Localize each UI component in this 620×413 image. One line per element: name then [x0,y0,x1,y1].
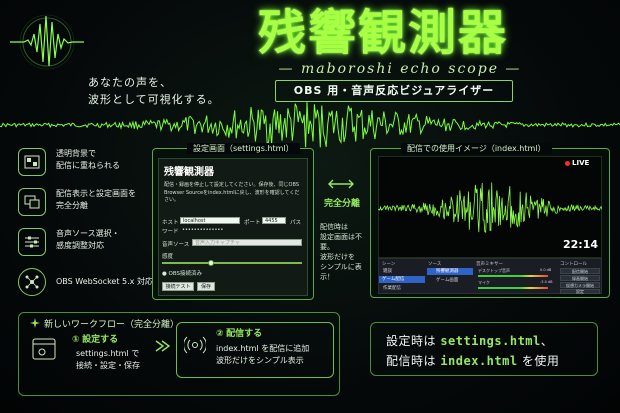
obs-mixer-track: マイク [478,280,490,285]
usage-text: 、 [540,334,554,348]
password-input[interactable]: •••••••••••••• [180,227,240,234]
feature-text: OBS WebSocket 5.x 対応 [56,277,153,286]
live-panel-title: 配信での使用イメージ（index.html） [401,143,552,154]
network-icon [18,268,46,296]
usage-text: を使用 [517,354,560,368]
obs-controls-header: コントロール [560,262,587,267]
workflow-step-2: ② 配信する [216,328,262,340]
obs-start-recording-button[interactable]: 録画開始 [560,275,600,281]
obs-mixer-meter [478,287,548,289]
obs-scene-item-selected[interactable]: ゲーム配信 [379,276,425,283]
live-indicator-dot [565,161,570,166]
step-title: 配信する [226,329,263,339]
audio-source-label: 音声ソース [162,242,190,248]
port-input[interactable]: 4455 [262,217,286,224]
usage-line-streaming: 配信時は index.html を使用 [386,351,559,371]
note-line: 波形だけを [320,253,355,261]
step-line: index.html を配信に追加 [216,344,310,353]
usage-text: 配信時は [386,354,441,368]
product-badge: OBS 用・音声反応ビジュアライザー [275,80,513,102]
port-label: ポート [244,220,261,226]
step-number: ① [72,335,80,345]
step-title: 設定する [82,335,119,345]
feature-text: 音声ソース選択・ 感度調整対応 [56,229,120,250]
host-label: ホスト [162,220,179,226]
sensitivity-slider-knob[interactable] [208,260,214,266]
broadcast-icon [184,336,206,354]
step-line: settings.html で [76,349,140,358]
feature-text: 配信表示と設定画面を 完全分離 [56,189,136,210]
step-number: ② [216,329,224,339]
separation-note: 配信時は 設定画面は不要。 波形だけを シンプルに表示！ [320,222,372,282]
obs-settings-button[interactable]: 設定 [560,289,600,294]
obs-scene-item[interactable]: 雑談 [381,268,425,274]
note-line: 配信時は [320,223,348,231]
usage-summary: 設定時は settings.html、 配信時は index.html を使用 [386,331,559,371]
workflow-step-1: ① 設定する [72,334,118,346]
index-file-name: index.html [440,354,518,368]
hero-waveform-icon [10,14,84,70]
step-line: 波形だけをシンプル表示 [216,356,304,365]
bidirectional-arrow-icon [328,179,354,189]
settings-panel-title: 設定画面（settings.html） [187,143,300,154]
tagline-line: あなたの声を、 [88,76,172,89]
usage-line-settings: 設定時は settings.html、 [386,331,559,351]
settings-note: 配信・録画を停止して設定してください。保存後、同じOBS Browser Sou… [164,182,300,203]
live-badge: LIVE [572,159,590,167]
sensitivity-label: 感度 [162,254,174,260]
obs-mixer-header: 音声ミキサー [476,262,503,267]
audio-source-select[interactable]: 音声入力キャプチャ [192,239,302,246]
sliders-icon [18,228,46,256]
settings-heading: 残響観測器 [164,167,214,178]
workflow-title: 新しいワークフロー（完全分離） [44,320,180,330]
connection-test-button[interactable]: 接続テスト [162,282,194,291]
transparent-window-icon [18,148,46,176]
obs-source-item-selected[interactable]: 残響観測器 [427,268,473,275]
app-title: 残響観測器 [258,5,509,61]
separation-label: 完全分離 [323,199,360,209]
feature-audio: 音声ソース選択・ 感度調整対応 [18,228,148,258]
obs-mixer-track: デスクトップ音声 [478,268,510,273]
sensitivity-slider[interactable] [162,262,302,264]
obs-virtual-camera-button[interactable]: 仮想カメラ開始 [560,282,600,288]
feature-websocket: OBS WebSocket 5.x 対応 [18,268,153,298]
obs-start-stream-button[interactable]: 配信開始 [560,268,600,274]
password-label-cont: ワード [162,229,179,235]
obs-sources-header: ソース [428,262,442,267]
feature-transparent: 透明背景で 配信に重ねられる [18,148,148,178]
obs-mixer-meter [478,275,548,277]
dual-screen-icon [18,188,46,216]
note-line: シンプルに表示！ [320,263,362,281]
obs-mixer-db: -3.0 dB [540,280,553,284]
app-subtitle: — maboroshi echo scope — [278,61,522,77]
password-label: パス [290,220,302,226]
obs-source-item[interactable]: ゲーム画面 [427,277,473,283]
arrow-right-icon [155,340,171,352]
feature-dual: 配信表示と設定画面を 完全分離 [18,188,148,218]
note-line: 設定画面は不要。 [320,233,362,251]
obs-mixer-db: 0.0 dB [540,268,552,272]
stream-waveform [378,182,602,233]
feature-text: 透明背景で 配信に重ねられる [56,149,120,170]
save-button[interactable]: 保存 [197,282,215,291]
host-input[interactable]: localhost [180,217,240,224]
sparkle-icon [30,318,40,328]
settings-file-name: settings.html [440,334,541,348]
stream-clock: 22:14 [563,238,599,251]
step-line: 接続・設定・保存 [76,361,140,370]
connection-status: ● OBS接続済み [162,271,203,277]
obs-scenes-header: シーン [382,262,396,267]
browser-window-icon [32,338,56,360]
obs-scene-item[interactable]: 作業配信 [381,285,425,291]
usage-text: 設定時は [386,334,441,348]
